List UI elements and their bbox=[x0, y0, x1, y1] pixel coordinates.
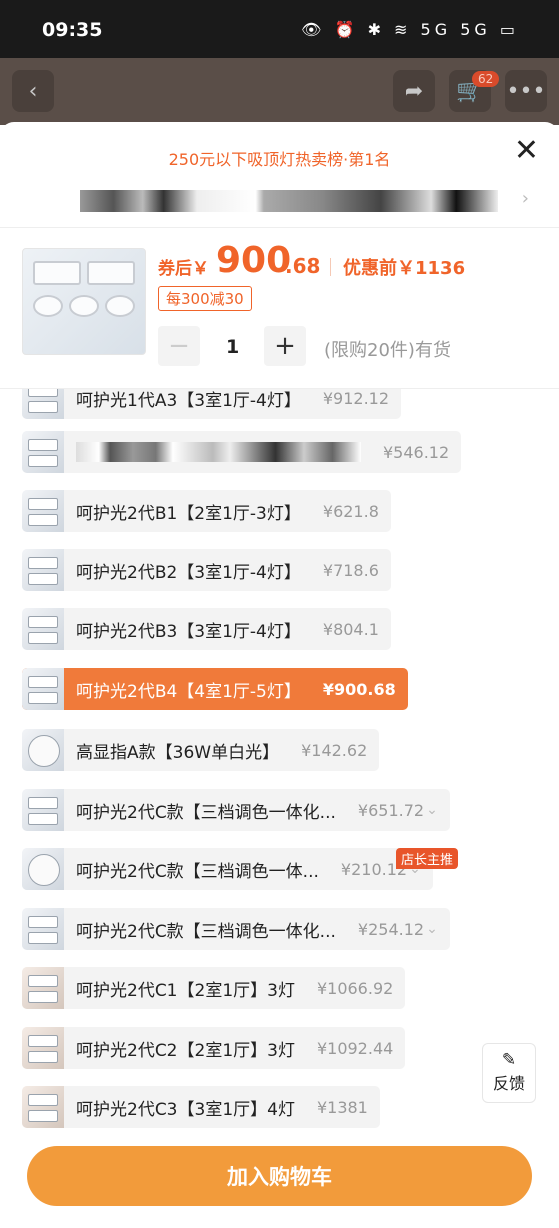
variant-item[interactable]: 呵护光2代C2【2室1厅】3灯 ¥1092.44 bbox=[22, 1027, 406, 1069]
variant-name: 呵护光2代B1【2室1厅-3灯】 bbox=[76, 503, 301, 524]
variant-name: 呵护光2代C款【三档调色一体化... bbox=[76, 921, 336, 942]
variant-item[interactable]: 呵护光2代C款【三档调色一体... ¥210.12 ⌄ bbox=[22, 848, 433, 890]
coupon-badge: 每300减30 bbox=[158, 286, 252, 311]
variant-thumb bbox=[22, 389, 64, 419]
variant-item[interactable]: 呵护光2代C款【三档调色一体化... ¥254.12 ⌄ bbox=[22, 908, 450, 950]
variant-item-selected[interactable]: 呵护光2代B4【4室1厅-5灯】 ¥900.68 bbox=[22, 668, 408, 710]
variant-item[interactable]: 呵护光2代C1【2室1厅】3灯 ¥1066.92 bbox=[22, 967, 406, 1009]
variant-name: 呵护光1代A3【3室1厅-4灯】 bbox=[76, 390, 301, 411]
status-bar: 09:35 👁 ⏰ ✱ ≋ 5G 5G ▭ bbox=[0, 0, 559, 58]
variant-thumb bbox=[22, 967, 64, 1009]
variant-price: ¥804.1 bbox=[322, 619, 379, 639]
price-before-discount: 优惠前￥1136 bbox=[343, 258, 466, 279]
price-decimal: .68 bbox=[285, 254, 321, 278]
feedback-button[interactable]: ✎ 反馈 bbox=[482, 1043, 536, 1103]
redacted-variant-name bbox=[76, 442, 361, 462]
share-button[interactable]: ➦ bbox=[393, 70, 435, 112]
variant-item[interactable]: 呵护光2代B2【3室1厅-4灯】 ¥718.6 bbox=[22, 549, 391, 591]
variant-price: ¥1092.44 bbox=[316, 1038, 394, 1058]
variant-price: ¥621.8 bbox=[322, 501, 379, 521]
status-icons: 👁 ⏰ ✱ ≋ 5G 5G ▭ bbox=[301, 20, 519, 39]
variant-item[interactable]: 呵护光2代B3【3室1厅-4灯】 ¥804.1 bbox=[22, 608, 391, 650]
status-time: 09:35 bbox=[42, 19, 103, 41]
rank-title[interactable]: 250元以下吸顶灯热卖榜·第1名 bbox=[0, 146, 559, 170]
variant-price: ¥254.12 bbox=[357, 919, 425, 939]
variant-name: 呵护光2代C款【三档调色一体化... bbox=[76, 802, 336, 823]
more-button[interactable]: ••• bbox=[505, 70, 547, 112]
variant-thumb bbox=[22, 848, 64, 890]
qty-value[interactable]: 1 bbox=[226, 336, 239, 358]
edit-icon: ✎ bbox=[501, 1050, 517, 1070]
variant-price: ¥718.6 bbox=[322, 560, 379, 580]
back-button[interactable]: ‹ bbox=[12, 70, 54, 112]
variant-price: ¥912.12 bbox=[322, 389, 390, 408]
close-icon[interactable]: ✕ bbox=[514, 136, 539, 166]
qty-minus-button[interactable]: − bbox=[158, 326, 200, 366]
price-separator bbox=[330, 258, 331, 276]
redacted-shop-bar[interactable] bbox=[80, 190, 498, 212]
feedback-label: 反馈 bbox=[492, 1074, 525, 1093]
variant-item[interactable]: ¥546.12 bbox=[22, 431, 462, 473]
variant-name: 呵护光2代C款【三档调色一体... bbox=[76, 861, 319, 882]
variant-thumb bbox=[22, 789, 64, 831]
more-icon: ••• bbox=[506, 78, 546, 104]
variant-name: 呵护光2代B3【3室1厅-4灯】 bbox=[76, 621, 301, 642]
variant-item[interactable]: 呵护光2代C款【三档调色一体化... ¥651.72 ⌄ bbox=[22, 789, 450, 831]
variant-name: 呵护光2代C3【3室1厅】4灯 bbox=[76, 1099, 295, 1120]
chevron-down-icon[interactable]: ⌄ bbox=[426, 921, 450, 937]
variant-price: ¥142.62 bbox=[301, 740, 368, 760]
variant-name: 高显指A款【36W单白光】 bbox=[76, 742, 280, 763]
share-icon: ➦ bbox=[404, 78, 424, 104]
chevron-down-icon[interactable]: ⌄ bbox=[426, 802, 450, 818]
variant-name: 呵护光2代C2【2室1厅】3灯 bbox=[76, 1040, 295, 1061]
variant-thumb bbox=[22, 549, 64, 591]
variant-thumb bbox=[22, 1086, 64, 1128]
chevron-left-icon: ‹ bbox=[28, 78, 38, 104]
top-bar: ‹ ➦ 🛒 ••• bbox=[0, 58, 559, 125]
chevron-right-icon[interactable]: › bbox=[522, 188, 529, 209]
product-image[interactable] bbox=[22, 248, 146, 355]
variant-item[interactable]: 呵护光2代B1【2室1厅-3灯】 ¥621.8 bbox=[22, 490, 391, 532]
cart-badge: 62 bbox=[472, 71, 500, 87]
variant-thumb bbox=[22, 431, 64, 473]
variant-thumb bbox=[22, 608, 64, 650]
variant-name: 呵护光2代B2【3室1厅-4灯】 bbox=[76, 562, 301, 583]
price-prefix: 券后￥ bbox=[158, 259, 209, 279]
variant-thumb bbox=[22, 1027, 64, 1069]
qty-plus-button[interactable]: + bbox=[264, 326, 306, 366]
variant-list[interactable]: 呵护光1代A3【3室1厅-4灯】 ¥912.12 ¥546.12 呵护光2代B1… bbox=[0, 389, 559, 1146]
variant-price: ¥546.12 bbox=[383, 442, 450, 462]
price-integer: 900 bbox=[216, 240, 292, 281]
variant-thumb bbox=[22, 908, 64, 950]
add-to-cart-button[interactable]: 加入购物车 bbox=[27, 1146, 532, 1206]
variant-price: ¥900.68 bbox=[322, 679, 396, 699]
sku-sheet: 250元以下吸顶灯热卖榜·第1名 ✕ › 券后￥ 900 .68 优惠前￥113… bbox=[0, 122, 559, 1228]
stock-info: (限购20件)有货 bbox=[324, 340, 451, 361]
variant-thumb bbox=[22, 729, 64, 771]
variant-thumb bbox=[22, 668, 64, 710]
variant-name: 呵护光2代B4【4室1厅-5灯】 bbox=[76, 681, 301, 702]
variant-item[interactable]: 呵护光2代C3【3室1厅】4灯 ¥1381 bbox=[22, 1086, 380, 1128]
shop-recommend-tag: 店长主推 bbox=[396, 848, 459, 869]
variant-thumb bbox=[22, 490, 64, 532]
divider bbox=[0, 227, 559, 228]
variant-price: ¥1381 bbox=[316, 1097, 368, 1117]
variant-name: 呵护光2代C1【2室1厅】3灯 bbox=[76, 980, 295, 1001]
variant-item[interactable]: 高显指A款【36W单白光】 ¥142.62 bbox=[22, 729, 380, 771]
variant-price: ¥1066.92 bbox=[316, 978, 394, 998]
variant-item[interactable]: 呵护光1代A3【3室1厅-4灯】 ¥912.12 bbox=[22, 389, 402, 419]
variant-price: ¥651.72 bbox=[357, 800, 425, 820]
